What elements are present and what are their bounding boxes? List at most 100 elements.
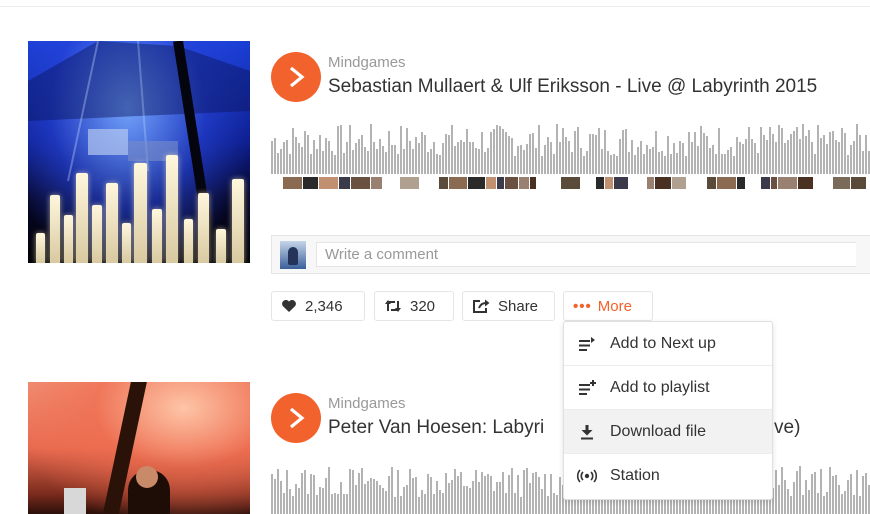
comment-input[interactable] bbox=[316, 242, 856, 267]
waveform-bar bbox=[316, 149, 318, 174]
comment-avatar-thumb[interactable] bbox=[596, 177, 604, 189]
comment-avatar-thumb[interactable] bbox=[798, 177, 813, 189]
comment-avatar-thumb[interactable] bbox=[351, 177, 370, 189]
waveform-bar bbox=[523, 150, 525, 174]
comment-avatar-thumb[interactable] bbox=[647, 177, 654, 189]
waveform-bar bbox=[442, 493, 444, 514]
waveform-bar bbox=[493, 129, 495, 174]
waveform-bar bbox=[838, 485, 840, 514]
waveform-bar bbox=[463, 486, 465, 514]
track-user[interactable]: Mindgames bbox=[328, 54, 406, 71]
waveform-bar bbox=[361, 135, 363, 174]
waveform-bar bbox=[499, 482, 501, 514]
menu-item-station[interactable]: Station bbox=[564, 454, 772, 498]
waveform-bar bbox=[304, 470, 306, 514]
comment-avatar-thumb[interactable] bbox=[439, 177, 448, 189]
play-button[interactable] bbox=[271, 393, 321, 443]
more-button[interactable]: ••• More bbox=[563, 291, 653, 321]
waveform-bar bbox=[826, 144, 828, 174]
waveform-bar bbox=[859, 135, 861, 174]
waveform-bar bbox=[709, 148, 711, 174]
comment-avatar-thumb[interactable] bbox=[561, 177, 580, 189]
comment-avatar-thumb[interactable] bbox=[655, 177, 671, 189]
comment-avatar-thumb[interactable] bbox=[486, 177, 496, 189]
waveform-bar bbox=[541, 156, 543, 174]
waveform-comment-avatars[interactable] bbox=[271, 177, 870, 193]
comment-avatar-thumb[interactable] bbox=[761, 177, 770, 189]
share-button[interactable]: Share bbox=[462, 291, 555, 321]
track-user[interactable]: Mindgames bbox=[328, 395, 406, 412]
comment-avatar-thumb[interactable] bbox=[605, 177, 613, 189]
waveform-bar bbox=[559, 142, 561, 174]
waveform-bar bbox=[784, 480, 786, 514]
track-title[interactable]: Peter Van Hoesen: Labyri ve) bbox=[328, 417, 800, 439]
comment-avatar-thumb[interactable] bbox=[497, 177, 504, 189]
like-button[interactable]: 2,346 bbox=[271, 291, 365, 321]
waveform-bar bbox=[793, 131, 795, 174]
waveform-bar bbox=[292, 128, 294, 174]
waveform-bar bbox=[325, 138, 327, 174]
comment-avatar-thumb[interactable] bbox=[717, 177, 736, 189]
comment-avatar-thumb[interactable] bbox=[771, 177, 777, 189]
waveform-bar bbox=[835, 475, 837, 514]
waveform-bar bbox=[559, 477, 561, 514]
comment-avatar-thumb[interactable] bbox=[468, 177, 485, 189]
waveform[interactable] bbox=[271, 122, 870, 174]
waveform-bar bbox=[346, 142, 348, 174]
waveform-bar bbox=[691, 142, 693, 174]
waveform-bar bbox=[439, 155, 441, 174]
waveform-bar bbox=[373, 142, 375, 174]
waveform-bar bbox=[652, 147, 654, 174]
comment-avatar-thumb[interactable] bbox=[833, 177, 850, 189]
waveform-bar bbox=[334, 155, 336, 174]
waveform-bar bbox=[511, 468, 513, 514]
comment-avatar-thumb[interactable] bbox=[319, 177, 338, 189]
comment-avatar-thumb[interactable] bbox=[737, 177, 745, 189]
waveform-bar bbox=[436, 481, 438, 514]
comment-avatar-thumb[interactable] bbox=[851, 177, 866, 189]
waveform-bar bbox=[403, 149, 405, 174]
comment-avatar-thumb[interactable] bbox=[519, 177, 529, 189]
comment-avatar-thumb[interactable] bbox=[778, 177, 797, 189]
comment-avatar-thumb[interactable] bbox=[530, 177, 536, 189]
comment-avatar-thumb[interactable] bbox=[614, 177, 628, 189]
waveform-bar bbox=[463, 142, 465, 174]
comment-avatar-thumb[interactable] bbox=[339, 177, 350, 189]
waveform-bar bbox=[844, 133, 846, 174]
menu-item-add-to-next-up[interactable]: Add to Next up bbox=[564, 322, 772, 366]
waveform-bar bbox=[769, 127, 771, 174]
comment-avatar-thumb[interactable] bbox=[449, 177, 467, 189]
waveform-bar bbox=[487, 148, 489, 174]
comment-avatar-thumb[interactable] bbox=[283, 177, 302, 189]
waveform-bar bbox=[304, 131, 306, 174]
comment-avatar-thumb[interactable] bbox=[303, 177, 318, 189]
waveform-bar bbox=[835, 140, 837, 174]
track-title[interactable]: Sebastian Mullaert & Ulf Eriksson - Live… bbox=[328, 76, 817, 98]
waveform-bar bbox=[853, 495, 855, 514]
comment-avatar-thumb[interactable] bbox=[707, 177, 716, 189]
play-button[interactable] bbox=[271, 52, 321, 102]
comment-avatar-thumb[interactable] bbox=[672, 177, 686, 189]
waveform-bar bbox=[310, 154, 312, 174]
comment-avatar-thumb[interactable] bbox=[400, 177, 419, 189]
menu-item-download-file[interactable]: Download file bbox=[564, 410, 772, 454]
more-menu: Add to Next up Add to playlist Download … bbox=[563, 321, 773, 500]
track-artwork[interactable] bbox=[28, 382, 250, 514]
waveform-bar bbox=[298, 488, 300, 514]
waveform-bar bbox=[547, 496, 549, 514]
waveform-bar bbox=[478, 482, 480, 514]
waveform-bar bbox=[364, 147, 366, 174]
menu-item-add-to-playlist[interactable]: Add to playlist bbox=[564, 366, 772, 410]
comment-avatar-thumb[interactable] bbox=[371, 177, 382, 189]
waveform-bar bbox=[379, 139, 381, 174]
waveform-bar bbox=[352, 470, 354, 514]
waveform-bar bbox=[778, 485, 780, 514]
waveform-bar bbox=[556, 124, 558, 174]
waveform-bar bbox=[388, 131, 390, 174]
waveform-bar bbox=[367, 481, 369, 514]
track-artwork[interactable] bbox=[28, 41, 250, 263]
comment-avatar-thumb[interactable] bbox=[505, 177, 518, 189]
waveform-bar bbox=[274, 479, 276, 514]
repost-button[interactable]: 320 bbox=[374, 291, 454, 321]
waveform-bar bbox=[430, 149, 432, 174]
